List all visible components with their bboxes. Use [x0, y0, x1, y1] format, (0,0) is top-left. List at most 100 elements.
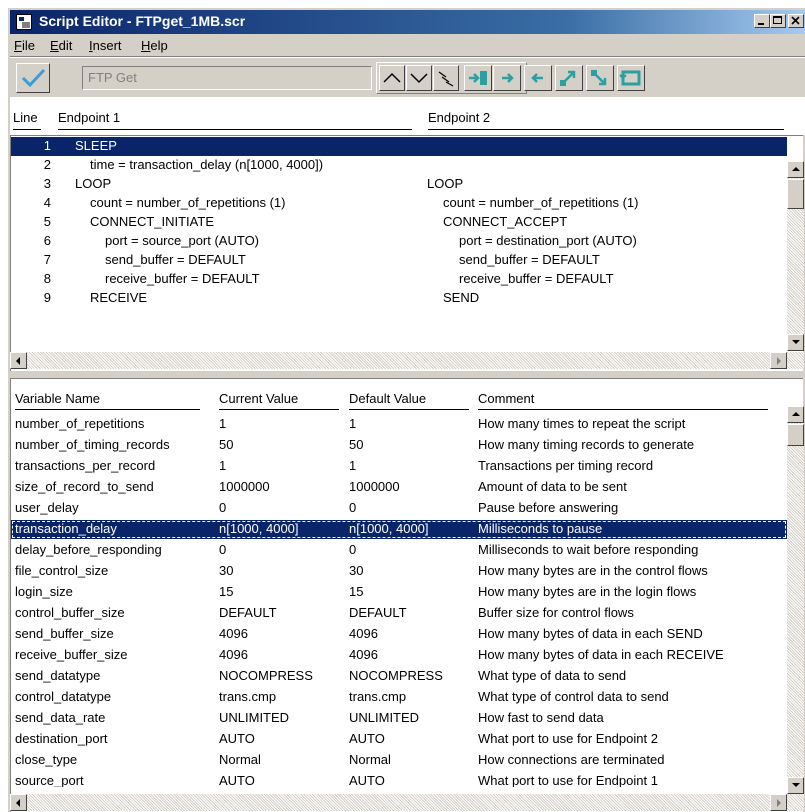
toolbar: FTP Get [10, 56, 805, 98]
script-row[interactable]: 5 CONNECT_INITIATE CONNECT_ACCEPT [11, 213, 787, 232]
script-header: Line Endpoint 1 Endpoint 2 [10, 97, 805, 135]
menu-insert[interactable]: Insert [89, 38, 122, 53]
variable-row[interactable]: size_of_record_to_send 1000000 1000000 Amou… [11, 478, 787, 497]
maximize-button[interactable] [770, 14, 786, 28]
endpoint1-cell: RECEIVE [90, 290, 148, 305]
default-value-cell: 50 [349, 437, 364, 452]
insert-after-button[interactable] [464, 65, 492, 91]
script-row[interactable]: 7 send_buffer = DEFAULT send_buffer = DE… [11, 251, 787, 270]
comment-cell: How many bytes of data in each SEND [478, 626, 703, 641]
line-column-header[interactable]: Line [13, 110, 38, 125]
current-value-cell: AUTO [219, 773, 255, 787]
variable-row[interactable]: destination_port AUTO AUTO What port to use… [11, 730, 787, 749]
script-editor-window: Script Editor - FTPget_1MB.scr File Edit… [7, 7, 805, 812]
variable-row[interactable]: login_size 15 15 How many bytes are in the … [11, 583, 787, 602]
menu-file-accel: F [14, 38, 22, 53]
variable-name-cell: number_of_repetitions [15, 416, 145, 431]
menu-help[interactable]: Help [141, 38, 168, 53]
expand-button[interactable] [433, 65, 459, 91]
endpoint1-cell: count = number_of_repetitions (1) [90, 195, 286, 210]
variable-row[interactable]: delay_before_responding 0 0 Milliseconds to… [11, 541, 787, 560]
script-row[interactable]: 2 time = transaction_delay (n[1000, 4000… [11, 156, 787, 175]
move-up-button[interactable] [379, 65, 405, 91]
script-row[interactable]: 3 LOOP LOOP [11, 175, 787, 194]
script-name-field[interactable]: FTP Get [82, 66, 372, 90]
default-value-header[interactable]: Default Value [349, 391, 426, 406]
endpoint2-column-header[interactable]: Endpoint 2 [428, 110, 490, 125]
app-icon[interactable] [16, 14, 32, 30]
validate-button[interactable] [16, 63, 50, 93]
menu-file[interactable]: File [14, 38, 35, 53]
swap-button[interactable] [555, 65, 583, 91]
script-row[interactable]: 8 receive_buffer = DEFAULT receive_buffe… [11, 270, 787, 289]
minimize-button[interactable] [754, 14, 770, 28]
variables-scroll-up-button[interactable] [787, 406, 804, 423]
variable-name-cell: send_data_rate [15, 710, 106, 725]
variables-scroll-right-button[interactable] [770, 794, 787, 811]
endpoint1-column-header[interactable]: Endpoint 1 [58, 110, 120, 125]
variable-row[interactable]: close_type Normal Normal How connections ar… [11, 751, 787, 770]
script-row[interactable]: 9 RECEIVE SEND [11, 289, 787, 308]
copy-button[interactable] [586, 65, 614, 91]
variable-row[interactable]: transactions_per_record 1 1 Transactions pe… [11, 457, 787, 476]
script-scroll-left-button[interactable] [10, 352, 27, 369]
checkmark-icon [21, 68, 46, 88]
move-left-button[interactable] [524, 65, 552, 91]
script-row[interactable]: 1 SLEEP [11, 137, 787, 156]
variables-vertical-scrollbar[interactable] [787, 406, 804, 794]
comment-cell: How fast to send data [478, 710, 604, 725]
variable-row[interactable]: number_of_timing_records 50 50 How many tim… [11, 436, 787, 455]
variable-row[interactable]: control_buffer_size DEFAULT DEFAULT Buffer … [11, 604, 787, 623]
current-value-cell: trans.cmp [219, 689, 277, 704]
default-value-header-underline [349, 409, 469, 410]
variables-horizontal-scrollbar[interactable] [10, 794, 804, 811]
variable-name-cell: send_buffer_size [15, 626, 114, 641]
variable-row[interactable]: user_delay 0 0 Pause before answering [11, 499, 787, 518]
script-row[interactable]: 6 port = source_port (AUTO) port = desti… [11, 232, 787, 251]
variables-scroll-thumb[interactable] [787, 424, 804, 446]
move-right-button[interactable] [493, 65, 521, 91]
menu-file-label: ile [21, 38, 35, 53]
script-scroll-up-button[interactable] [787, 161, 804, 178]
copy-icon [591, 70, 607, 86]
title-bar[interactable]: Script Editor - FTPget_1MB.scr [10, 10, 805, 34]
variables-scroll-left-button[interactable] [10, 794, 27, 811]
variable-name-header[interactable]: Variable Name [15, 391, 100, 406]
endpoint1-cell: send_buffer = DEFAULT [105, 252, 246, 267]
comment-cell: How many timing records to generate [478, 437, 695, 452]
variable-row-selected[interactable]: transaction_delay n[1000, 4000] n[1000, 40… [11, 520, 787, 539]
menu-edit[interactable]: Edit [50, 38, 72, 53]
variables-scroll-down-button[interactable] [787, 777, 804, 794]
endpoint2-header-underline [428, 129, 784, 130]
script-scroll-thumb[interactable] [787, 179, 804, 209]
scroll-down-icon [792, 340, 800, 344]
variable-name-cell: size_of_record_to_send [15, 479, 154, 494]
script-horizontal-scrollbar[interactable] [10, 352, 804, 369]
move-down-button[interactable] [406, 65, 432, 91]
comment-header[interactable]: Comment [478, 391, 534, 406]
endpoint2-cell: SEND [443, 290, 480, 305]
variable-row[interactable]: file_control_size 30 30 How many bytes are … [11, 562, 787, 581]
variable-row[interactable]: source_port AUTO AUTO What port to use for … [11, 772, 787, 787]
scroll-right-icon [777, 357, 781, 365]
variable-row[interactable]: number_of_repetitions 1 1 How many times to… [11, 415, 787, 434]
variable-row[interactable]: send_datatype NOCOMPRESS NOCOMPRESS What ty… [11, 667, 787, 686]
close-button[interactable] [788, 14, 804, 28]
loop-button[interactable] [617, 65, 645, 91]
line-number: 2 [43, 157, 51, 172]
variable-row[interactable]: send_data_rate UNLIMITED UNLIMITED How fast… [11, 709, 787, 728]
script-row[interactable]: 4 count = number_of_repetitions (1) coun… [11, 194, 787, 213]
current-value-header[interactable]: Current Value [219, 391, 298, 406]
scroll-down-icon [792, 783, 800, 787]
variable-row[interactable]: control_datatype trans.cmp trans.cmp What t… [11, 688, 787, 707]
script-vertical-scrollbar[interactable] [787, 161, 804, 351]
default-value-cell: DEFAULT [349, 605, 407, 620]
script-scroll-down-button[interactable] [787, 334, 804, 351]
variable-row[interactable]: send_buffer_size 4096 4096 How many bytes o… [11, 625, 787, 644]
variable-row[interactable]: receive_buffer_size 4096 4096 How many byte… [11, 646, 787, 665]
script-scroll-right-button[interactable] [770, 352, 787, 369]
variable-name-cell: file_control_size [15, 563, 109, 578]
expand-icon [438, 71, 454, 87]
default-value-cell: 0 [349, 542, 357, 557]
comment-cell: What port to use for Endpoint 2 [478, 731, 658, 746]
